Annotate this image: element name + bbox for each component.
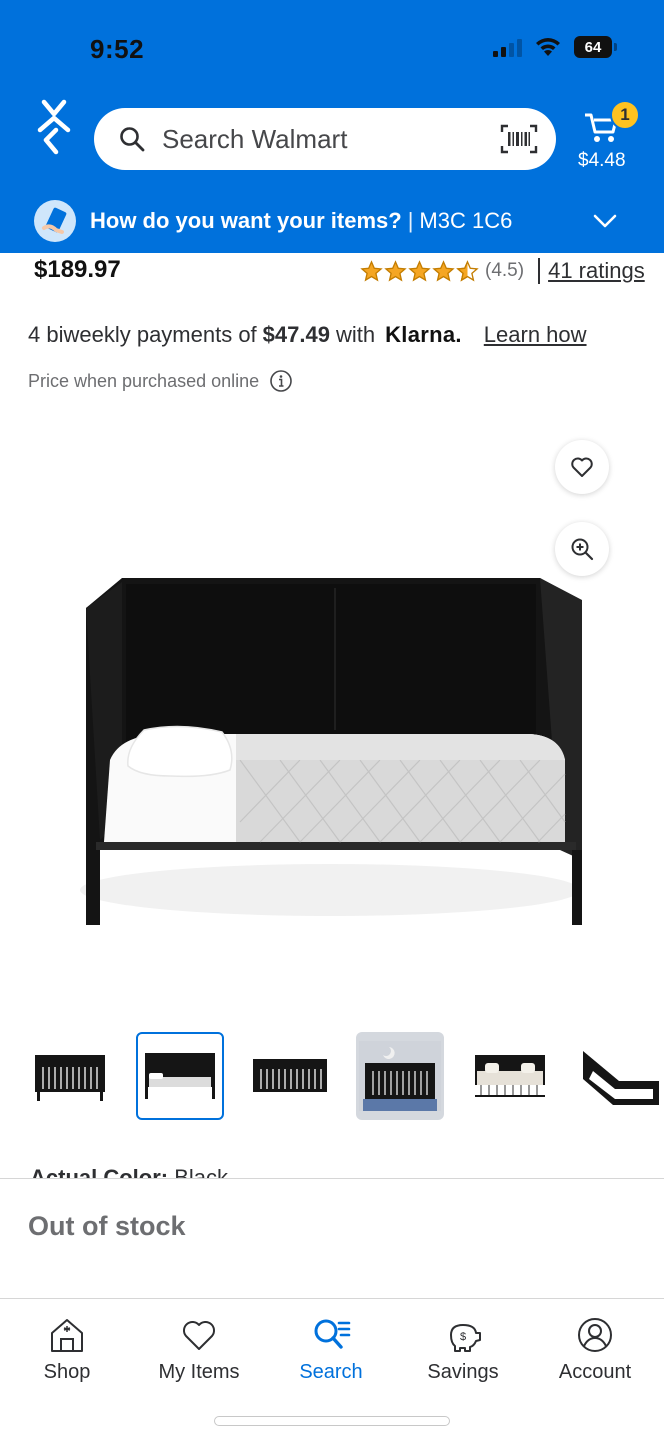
thumbnail-detail[interactable] (576, 1032, 664, 1120)
color-label: Actual Color: (30, 1165, 169, 1178)
info-icon[interactable] (269, 369, 293, 393)
heart-icon (183, 1321, 215, 1350)
walmart-spark-back-icon[interactable] (30, 96, 80, 158)
nav-my-items[interactable]: My Items (144, 1315, 254, 1384)
delivery-phone-icon (34, 200, 76, 242)
svg-text:$: $ (460, 1331, 466, 1343)
klarna-with: with (335, 322, 376, 347)
product-price: $189.97 (34, 256, 121, 283)
thumbnail-daybed[interactable] (136, 1032, 224, 1120)
klarna-amount: $47.49 (262, 322, 330, 347)
star-full-icon (384, 259, 407, 282)
nav-label: Search (299, 1361, 363, 1383)
search-bar[interactable] (94, 108, 556, 170)
crib-front-thumbnail-image (253, 1059, 327, 1092)
nav-label: My Items (158, 1361, 240, 1383)
cart-total: $4.48 (578, 150, 626, 171)
learn-how-link[interactable]: Learn how (484, 322, 587, 348)
price-note: Price when purchased online (28, 369, 293, 393)
fulfillment-selector[interactable]: How do you want your items? | M3C 1C6 (0, 194, 664, 248)
star-full-icon (432, 259, 455, 282)
favorite-button[interactable] (555, 440, 609, 494)
daybed-thumbnail-image (145, 1053, 215, 1099)
zoom-in-icon (571, 538, 594, 561)
thumbnail-crib[interactable] (26, 1032, 114, 1120)
availability-panel: Out of stock (0, 1178, 664, 1298)
nursery-thumbnail-image (359, 1041, 441, 1111)
search-input[interactable] (162, 123, 500, 155)
nav-label: Shop (43, 1361, 91, 1383)
nav-label: Account (558, 1361, 632, 1383)
product-image-daybed[interactable] (60, 560, 600, 950)
thumbnail-crib-front[interactable] (246, 1032, 334, 1120)
fulfillment-separator: | (407, 208, 414, 233)
search-icon (120, 127, 145, 152)
rating-divider (538, 258, 541, 284)
cellular-signal-icon (493, 37, 522, 57)
rating-value: (4.5) (485, 260, 525, 281)
home-store-icon (51, 1319, 83, 1352)
thumbnail-daybed-styled[interactable] (466, 1032, 554, 1120)
rating-summary[interactable]: (4.5) 41 ratings (360, 258, 645, 284)
star-full-icon (360, 259, 383, 282)
nav-label: Savings (427, 1361, 499, 1383)
rating-stars (360, 259, 479, 283)
barcode-scan-icon[interactable] (500, 124, 538, 154)
piggy-bank-icon: $ (450, 1324, 481, 1352)
crib-thumbnail-image (35, 1055, 105, 1101)
fulfillment-question: How do you want your items? (90, 208, 402, 233)
nav-shop[interactable]: Shop (12, 1315, 122, 1384)
star-full-icon (408, 259, 431, 282)
thumbnail-nursery[interactable] (356, 1032, 444, 1120)
app-header: 9:52 64 1 $4.48 (0, 0, 664, 253)
status-time: 9:52 (90, 34, 145, 64)
klarna-logo: Klarna. (385, 322, 462, 347)
star-half-icon (456, 259, 479, 282)
battery-icon: 64 (574, 36, 617, 58)
search-list-icon (314, 1319, 351, 1349)
actual-color-label: Actual Color: Black (30, 1160, 228, 1178)
home-indicator[interactable] (214, 1416, 450, 1426)
detail-thumbnail-image (583, 1051, 659, 1105)
nav-savings[interactable]: $ Savings (408, 1315, 518, 1384)
cart-button[interactable]: 1 $4.48 (576, 100, 646, 176)
wifi-icon (536, 38, 560, 56)
heart-icon (571, 457, 593, 477)
ratings-link[interactable]: 41 ratings (548, 258, 645, 284)
chevron-down-icon (593, 214, 617, 228)
color-value: Black (174, 1165, 229, 1178)
daybed-styled-thumbnail-image (475, 1055, 545, 1097)
account-icon (578, 1318, 612, 1352)
klarna-payment-row: 4 biweekly payments of $47.49 with Klarn… (28, 322, 587, 348)
fulfillment-postal-code: M3C 1C6 (419, 208, 513, 233)
cart-count-badge: 1 (610, 100, 640, 130)
klarna-prefix: 4 biweekly payments of (28, 322, 257, 347)
out-of-stock-text: Out of stock (28, 1211, 186, 1241)
image-thumbnails (26, 1030, 664, 1122)
nav-search[interactable]: Search (276, 1315, 386, 1384)
status-icons: 64 (493, 36, 617, 58)
nav-account[interactable]: Account (540, 1315, 650, 1384)
price-note-text: Price when purchased online (28, 370, 260, 391)
